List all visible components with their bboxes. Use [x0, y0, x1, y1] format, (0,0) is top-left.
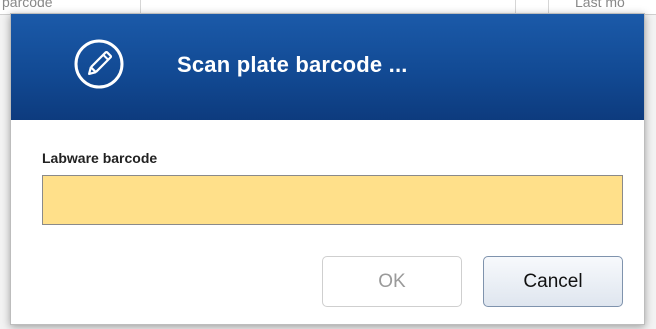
background-column-header: Last mo [575, 0, 625, 10]
dialog-header: Scan plate barcode ... [11, 14, 644, 120]
background-column-divider [548, 0, 549, 14]
background-column-divider [515, 0, 516, 14]
ok-button[interactable]: OK [322, 256, 462, 307]
labware-barcode-input[interactable] [42, 175, 623, 225]
background-column-header: parcode [2, 0, 53, 10]
dialog-title: Scan plate barcode ... [177, 52, 408, 77]
background-column-divider [140, 0, 141, 14]
scan-barcode-dialog: Scan plate barcode ... Labware barcode O… [10, 13, 645, 325]
pencil-icon [74, 39, 124, 89]
labware-barcode-label: Labware barcode [42, 150, 158, 166]
cancel-button[interactable]: Cancel [483, 256, 623, 307]
